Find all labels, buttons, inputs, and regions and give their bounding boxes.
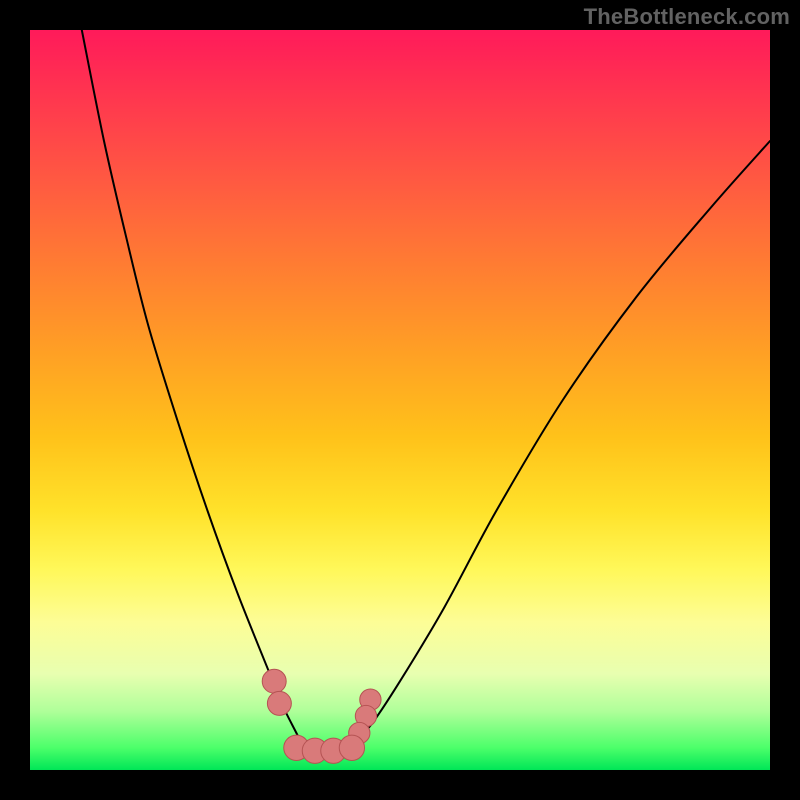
- watermark-text: TheBottleneck.com: [584, 4, 790, 30]
- markers-group: [262, 669, 381, 763]
- marker-left-marker-lower: [267, 691, 291, 715]
- curves-group: [82, 30, 770, 752]
- marker-left-marker-upper: [262, 669, 286, 693]
- series-right-curve: [348, 141, 770, 748]
- chart-svg: [30, 30, 770, 770]
- chart-root: TheBottleneck.com: [0, 0, 800, 800]
- series-left-curve: [82, 30, 304, 748]
- plot-area: [30, 30, 770, 770]
- marker-floor-right: [339, 735, 364, 760]
